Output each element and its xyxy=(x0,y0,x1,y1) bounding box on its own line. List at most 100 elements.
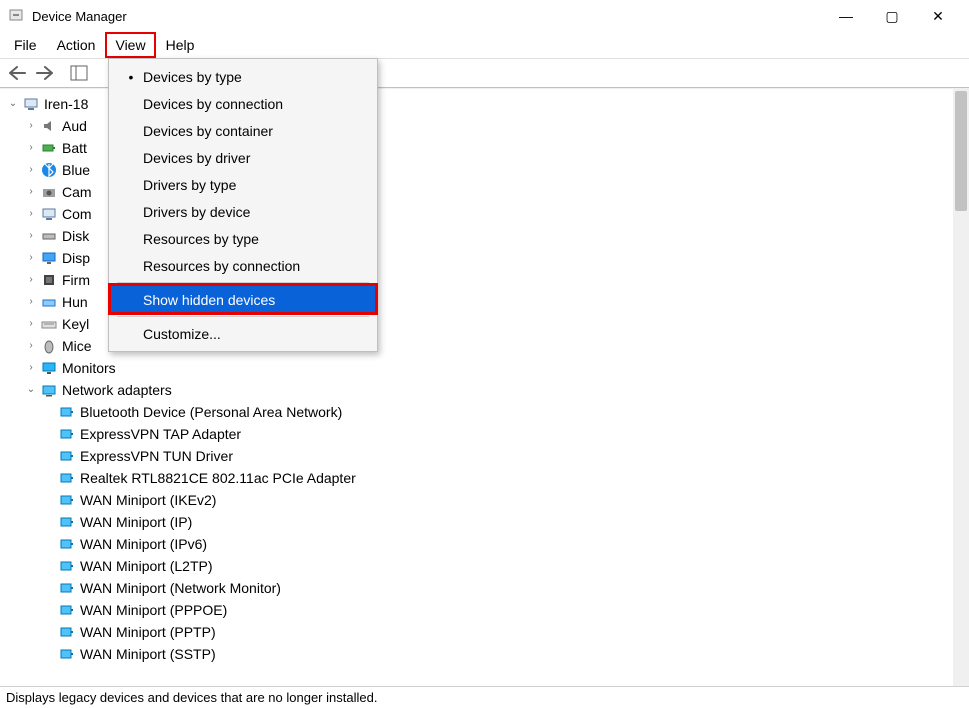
tree-device[interactable]: WAN Miniport (L2TP) xyxy=(42,555,969,577)
menu-item-label: Devices by connection xyxy=(143,96,283,112)
tree-root-label[interactable]: Iren-18 xyxy=(44,93,88,115)
menu-file[interactable]: File xyxy=(4,32,47,58)
computer-icon xyxy=(40,205,58,223)
view-menu-item[interactable]: Resources by connection xyxy=(109,252,377,279)
expander-icon[interactable]: ⌄ xyxy=(6,93,20,115)
tree-device[interactable]: WAN Miniport (SSTP) xyxy=(42,643,969,665)
expander-icon[interactable]: ⌄ xyxy=(24,379,38,401)
device-label: WAN Miniport (PPPOE) xyxy=(80,599,227,621)
scrollbar-thumb[interactable] xyxy=(955,91,967,211)
battery-icon xyxy=(40,139,58,157)
view-menu-item[interactable]: Drivers by type xyxy=(109,171,377,198)
menu-view[interactable]: View xyxy=(105,32,155,58)
device-label: WAN Miniport (IPv6) xyxy=(80,533,207,555)
speaker-icon xyxy=(40,117,58,135)
expander-icon[interactable]: › xyxy=(24,137,38,159)
device-label: WAN Miniport (PPTP) xyxy=(80,621,216,643)
check-mark: • xyxy=(119,69,143,85)
network-adapter-icon xyxy=(58,601,76,619)
statusbar-text: Displays legacy devices and devices that… xyxy=(6,690,377,705)
category-label: Aud xyxy=(62,115,87,137)
firmware-icon xyxy=(40,271,58,289)
device-label: WAN Miniport (SSTP) xyxy=(80,643,216,665)
category-label: Com xyxy=(62,203,92,225)
menu-help[interactable]: Help xyxy=(156,32,205,58)
tree-device[interactable]: WAN Miniport (Network Monitor) xyxy=(42,577,969,599)
tree-device[interactable]: Bluetooth Device (Personal Area Network) xyxy=(42,401,969,423)
menu-item-label: Resources by type xyxy=(143,231,259,247)
tree-device[interactable]: ExpressVPN TUN Driver xyxy=(42,445,969,467)
tree-device[interactable]: WAN Miniport (PPPOE) xyxy=(42,599,969,621)
network-adapter-icon xyxy=(58,579,76,597)
tree-category[interactable]: ›Monitors xyxy=(24,357,969,379)
app-icon xyxy=(8,8,24,24)
view-dropdown: •Devices by type Devices by connection Dev… xyxy=(108,58,378,352)
tree-device[interactable]: WAN Miniport (PPTP) xyxy=(42,621,969,643)
category-label: Batt xyxy=(62,137,87,159)
view-menu-item[interactable]: Devices by driver xyxy=(109,144,377,171)
tree-device[interactable]: ExpressVPN TAP Adapter xyxy=(42,423,969,445)
mouse-icon xyxy=(40,337,58,355)
expander-icon[interactable]: › xyxy=(24,225,38,247)
expander-icon[interactable]: › xyxy=(24,335,38,357)
device-label: ExpressVPN TUN Driver xyxy=(80,445,233,467)
expander-icon[interactable]: › xyxy=(24,159,38,181)
tree-device[interactable]: WAN Miniport (IP) xyxy=(42,511,969,533)
keyboard-icon xyxy=(40,315,58,333)
camera-icon xyxy=(40,183,58,201)
toolbar-show-button[interactable] xyxy=(68,62,90,84)
expander-icon[interactable]: › xyxy=(24,357,38,379)
menu-separator xyxy=(117,316,369,317)
network-icon xyxy=(40,381,58,399)
monitor-icon xyxy=(40,359,58,377)
statusbar: Displays legacy devices and devices that… xyxy=(0,686,969,708)
expander-icon[interactable]: › xyxy=(24,203,38,225)
tree-device[interactable]: WAN Miniport (IPv6) xyxy=(42,533,969,555)
network-adapter-icon xyxy=(58,645,76,663)
device-label: ExpressVPN TAP Adapter xyxy=(80,423,241,445)
minimize-button[interactable]: — xyxy=(823,0,869,32)
device-label: Bluetooth Device (Personal Area Network) xyxy=(80,401,342,423)
view-menu-item[interactable]: •Devices by type xyxy=(109,63,377,90)
menu-item-label: Resources by connection xyxy=(143,258,300,274)
tree-device[interactable]: Realtek RTL8821CE 802.11ac PCIe Adapter xyxy=(42,467,969,489)
network-adapter-icon xyxy=(58,557,76,575)
menu-item-label: Drivers by type xyxy=(143,177,236,193)
expander-icon[interactable]: › xyxy=(24,269,38,291)
nav-forward-button[interactable] xyxy=(34,62,56,84)
view-menu-item[interactable]: Resources by type xyxy=(109,225,377,252)
device-label: WAN Miniport (Network Monitor) xyxy=(80,577,281,599)
expander-icon[interactable]: › xyxy=(24,115,38,137)
tree-device[interactable]: WAN Miniport (IKEv2) xyxy=(42,489,969,511)
vertical-scrollbar[interactable] xyxy=(953,89,969,686)
device-label: WAN Miniport (IP) xyxy=(80,511,192,533)
category-label: Disp xyxy=(62,247,90,269)
expander-icon[interactable]: › xyxy=(24,181,38,203)
category-label: Cam xyxy=(62,181,92,203)
tree-category[interactable]: ⌄Network adapters xyxy=(24,379,969,401)
hid-icon xyxy=(40,293,58,311)
expander-icon[interactable]: › xyxy=(24,313,38,335)
view-menu-item[interactable]: Devices by connection xyxy=(109,90,377,117)
category-label: Hun xyxy=(62,291,88,313)
device-label: Realtek RTL8821CE 802.11ac PCIe Adapter xyxy=(80,467,356,489)
maximize-button[interactable]: ▢ xyxy=(869,0,915,32)
window-title: Device Manager xyxy=(32,9,127,24)
menu-item-label: Show hidden devices xyxy=(143,292,275,308)
network-adapter-icon xyxy=(58,469,76,487)
view-menu-item[interactable]: Devices by container xyxy=(109,117,377,144)
titlebar: Device Manager — ▢ ✕ xyxy=(0,0,969,32)
view-menu-item[interactable]: Show hidden devices xyxy=(109,286,377,313)
menu-item-label: Customize... xyxy=(143,326,221,342)
menu-item-label: Devices by driver xyxy=(143,150,250,166)
nav-back-button[interactable] xyxy=(6,62,28,84)
menu-item-label: Devices by type xyxy=(143,69,242,85)
view-menu-item[interactable]: Customize... xyxy=(109,320,377,347)
expander-icon[interactable]: › xyxy=(24,291,38,313)
network-adapter-icon xyxy=(58,623,76,641)
close-button[interactable]: ✕ xyxy=(915,0,961,32)
expander-icon[interactable]: › xyxy=(24,247,38,269)
network-adapter-icon xyxy=(58,403,76,421)
menu-action[interactable]: Action xyxy=(47,32,106,58)
view-menu-item[interactable]: Drivers by device xyxy=(109,198,377,225)
